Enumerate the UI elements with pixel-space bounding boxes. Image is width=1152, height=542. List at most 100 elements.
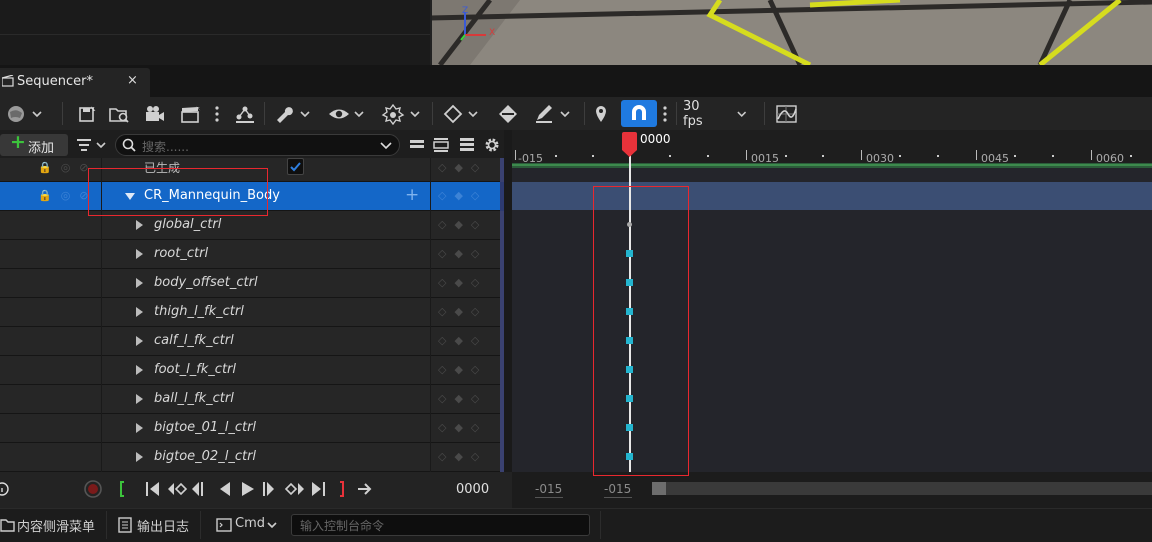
ruler-tick (746, 150, 747, 160)
info-icon[interactable] (0, 482, 10, 496)
chevron-right-icon[interactable] (136, 278, 143, 288)
table-row[interactable]: root_ctrl ◇◆◇ (0, 240, 505, 269)
track-label: ball_l_fk_ctrl (154, 391, 234, 406)
wrench-icon[interactable] (272, 97, 312, 130)
level-viewport[interactable]: Z X (430, 0, 1152, 65)
key-nav-icon[interactable]: ◇◆◇ (438, 189, 487, 202)
top-left-panel (0, 0, 430, 65)
timeline-scrollbar[interactable] (652, 482, 1152, 495)
transform-icon[interactable] (380, 97, 422, 130)
table-row[interactable]: ball_l_fk_ctrl ◇◆◇ (0, 385, 505, 414)
log-icon (118, 517, 132, 533)
range-view-label[interactable]: -015 (604, 482, 631, 496)
content-drawer-button[interactable]: 内容侧滑菜单 (0, 511, 106, 539)
track-label: global_ctrl (154, 217, 222, 232)
list-icon[interactable] (458, 137, 476, 153)
highlight-box (593, 186, 689, 476)
pencil-icon[interactable] (532, 97, 574, 130)
key-nav-icon[interactable]: ◇◆◇ (438, 276, 487, 289)
world-icon[interactable] (2, 97, 48, 130)
expand-all-icon[interactable] (432, 137, 450, 153)
keyframe-icon[interactable] (440, 97, 482, 130)
scrollbar-thumb[interactable] (652, 482, 666, 495)
table-row[interactable]: thigh_l_fk_ctrl ◇◆◇ (0, 298, 505, 327)
chevron-right-icon[interactable] (136, 452, 143, 462)
snap-magnet-icon[interactable] (621, 100, 657, 127)
console-placeholder: 输入控制台命令 (300, 519, 385, 533)
key-nav-icon[interactable]: ◇◆◇ (438, 218, 487, 231)
camera-icon[interactable] (142, 97, 168, 130)
track-label: bigtoe_01_l_ctrl (154, 420, 257, 435)
key-nav-icon[interactable]: ◇◆◇ (438, 305, 487, 318)
chevron-right-icon[interactable] (136, 394, 143, 404)
axis-z-label: Z (462, 6, 469, 16)
panel-splitter[interactable] (504, 130, 512, 472)
marker-icon[interactable] (592, 97, 610, 130)
hierarchy-icon[interactable] (232, 97, 258, 130)
sequencer-toolbar: 30 fps (0, 97, 1152, 130)
chevron-right-icon[interactable] (136, 307, 143, 317)
folder-icon (0, 519, 15, 532)
key-nav-icon[interactable]: ◇◆◇ (438, 363, 487, 376)
key-nav-icon[interactable]: ◇◆◇ (438, 161, 487, 174)
find-icon[interactable] (106, 97, 132, 130)
track-label: root_ctrl (154, 246, 209, 261)
chevron-right-icon[interactable] (136, 220, 143, 230)
add-track-label: 添加 (28, 141, 55, 156)
range-start-label[interactable]: -015 (535, 482, 562, 496)
key-nav-icon[interactable]: ◇◆◇ (438, 392, 487, 405)
curve-editor-icon[interactable] (774, 97, 800, 130)
playhead-icon[interactable] (622, 132, 637, 158)
frame-rate-dropdown[interactable]: 30 fps (683, 97, 747, 130)
checkbox[interactable] (287, 158, 304, 175)
chevron-right-icon[interactable] (136, 423, 143, 433)
track-label: bigtoe_02_l_ctrl (154, 449, 257, 464)
chevron-right-icon[interactable] (136, 249, 143, 259)
key-nav-icon[interactable]: ◇◆◇ (438, 421, 487, 434)
playback-range-bar[interactable] (512, 163, 1152, 168)
axis-x-label: X (489, 28, 496, 38)
output-log-label: 输出日志 (137, 520, 190, 535)
table-row[interactable]: bigtoe_01_l_ctrl ◇◆◇ (0, 414, 505, 443)
table-row[interactable]: body_offset_ctrl ◇◆◇ (0, 269, 505, 298)
save-icon[interactable] (76, 97, 98, 130)
sequencer-icon (2, 75, 14, 87)
time-ruler[interactable] (512, 130, 1152, 163)
clapper-icon[interactable] (178, 97, 204, 130)
snap-options-icon[interactable] (660, 97, 670, 130)
record-icon[interactable] (82, 479, 104, 499)
search-input[interactable]: 搜索...... (115, 134, 400, 156)
playback-controls[interactable] (118, 479, 380, 499)
current-time-field[interactable]: 0000 (456, 482, 489, 497)
key-nav-icon[interactable]: ◇◆◇ (438, 450, 487, 463)
add-track-button[interactable]: + 添加 (0, 131, 68, 156)
key-diamond-icon[interactable] (494, 97, 522, 130)
ruler-tick (861, 150, 862, 160)
eye-icon[interactable] (326, 97, 366, 130)
gear-icon[interactable] (483, 137, 501, 153)
chevron-right-icon[interactable] (136, 365, 143, 375)
ruler-tick (515, 150, 516, 160)
console-input[interactable]: 输入控制台命令 (291, 514, 590, 536)
cmd-dropdown[interactable]: Cmd (206, 511, 286, 539)
tab-sequencer[interactable]: Sequencer* × (0, 68, 150, 97)
table-row[interactable]: calf_l_fk_ctrl ◇◆◇ (0, 327, 505, 356)
key-nav-icon[interactable]: ◇◆◇ (438, 334, 487, 347)
table-row[interactable]: foot_l_fk_ctrl ◇◆◇ (0, 356, 505, 385)
filter-icon[interactable] (73, 136, 111, 154)
output-log-button[interactable]: 输出日志 (112, 511, 198, 539)
chevron-right-icon[interactable] (136, 336, 143, 346)
table-row[interactable]: bigtoe_02_l_ctrl ◇◆◇ (0, 443, 505, 472)
chevron-down-icon (380, 142, 392, 150)
ruler-tick (1091, 150, 1092, 160)
add-icon[interactable]: + (405, 185, 419, 205)
close-icon[interactable]: × (127, 73, 138, 88)
track-label: foot_l_fk_ctrl (154, 362, 236, 377)
more-icon[interactable] (210, 97, 224, 130)
plus-icon: + (10, 131, 26, 153)
collapse-all-icon[interactable] (408, 137, 426, 153)
key-nav-icon[interactable]: ◇◆◇ (438, 247, 487, 260)
chevron-down-icon (267, 522, 277, 529)
cmd-label: Cmd (235, 516, 265, 531)
search-placeholder: 搜索...... (142, 140, 189, 154)
